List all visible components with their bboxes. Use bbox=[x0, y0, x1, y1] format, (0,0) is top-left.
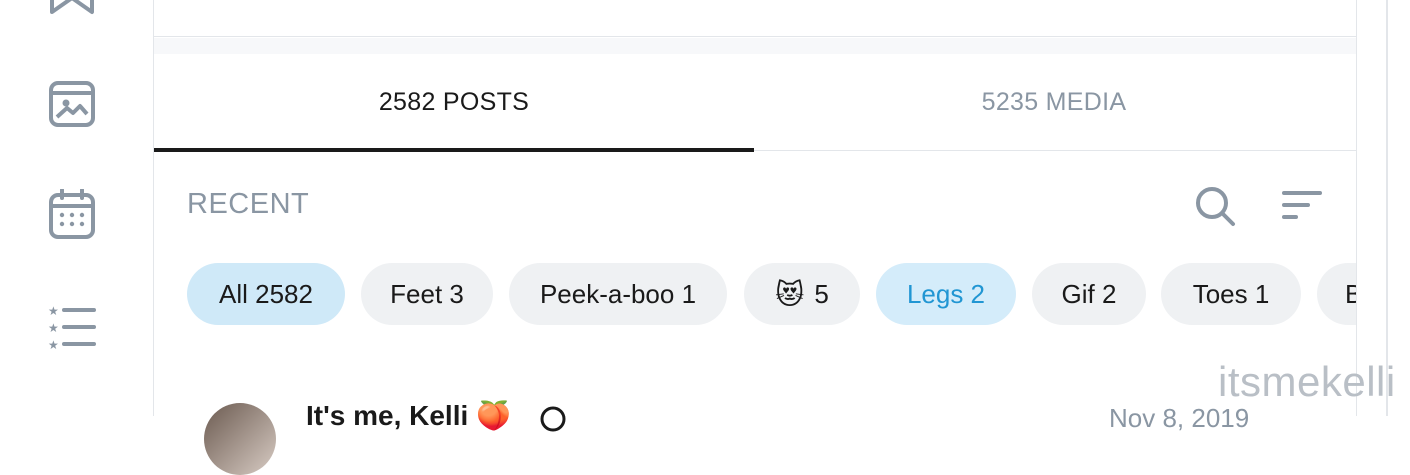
profile-main-column: 2582 POSTS 5235 MEDIA RECENT All 2582 Fe… bbox=[153, 0, 1357, 475]
post-date: Nov 8, 2019 bbox=[1109, 403, 1250, 433]
calendar-icon[interactable] bbox=[48, 189, 96, 239]
right-border bbox=[1386, 0, 1388, 416]
image-icon[interactable] bbox=[48, 80, 96, 128]
search-icon bbox=[1196, 187, 1235, 226]
chip-label: Gif 2 bbox=[1061, 278, 1117, 309]
chip-label: Toes 1 bbox=[1192, 278, 1270, 309]
verified-icon bbox=[539, 405, 567, 433]
avatar[interactable] bbox=[204, 403, 276, 475]
profile-tabs: 2582 POSTS 5235 MEDIA bbox=[154, 54, 1356, 152]
post-header: It's me, Kelli 🍑 Nov 8, 2019 bbox=[154, 395, 1356, 475]
chip-partial[interactable]: B bbox=[1317, 263, 1356, 325]
chip-label: Legs 2 bbox=[906, 278, 986, 309]
profile-header-bottom bbox=[154, 0, 1356, 37]
search-button[interactable] bbox=[1194, 185, 1236, 227]
starred-list-icon[interactable]: ★ ★ ★ bbox=[48, 304, 96, 352]
chip-toes[interactable]: Toes 1 bbox=[1161, 263, 1301, 325]
chip-peek-a-boo[interactable]: Peek-a-boo 1 bbox=[509, 263, 727, 325]
bookmark-icon[interactable] bbox=[48, 0, 96, 30]
sort-button[interactable] bbox=[1281, 188, 1323, 224]
active-tab-indicator bbox=[154, 148, 754, 152]
chip-label: Peek-a-boo 1 bbox=[539, 278, 697, 309]
watermark-text: itsmekelli bbox=[1218, 358, 1396, 405]
chip-legs[interactable]: Legs 2 bbox=[876, 263, 1016, 325]
tab-media-label: 5235 MEDIA bbox=[981, 87, 1127, 116]
svg-text:★: ★ bbox=[48, 304, 59, 318]
section-title: RECENT bbox=[187, 188, 310, 220]
chip-all[interactable]: All 2582 bbox=[187, 263, 345, 325]
left-sidebar: ★ ★ ★ bbox=[0, 0, 152, 416]
section-divider bbox=[154, 38, 1356, 54]
heart-eyes-cat-emoji-icon: 😻 bbox=[775, 278, 805, 310]
tab-posts-label: 2582 POSTS bbox=[378, 87, 530, 116]
chip-label: Feet 3 bbox=[390, 278, 464, 309]
chip-label: All 2582 bbox=[219, 278, 313, 309]
svg-text:★: ★ bbox=[48, 321, 59, 335]
tab-media[interactable]: 5235 MEDIA bbox=[754, 54, 1354, 150]
chip-label: B bbox=[1345, 278, 1356, 309]
tab-posts[interactable]: 2582 POSTS bbox=[154, 54, 754, 150]
category-chips: All 2582 Feet 3 Peek-a-boo 1 😻 5 Legs 2 … bbox=[187, 263, 1356, 325]
chip-heart-eyes-cat[interactable]: 😻 5 bbox=[744, 263, 860, 325]
chip-label: 5 bbox=[814, 278, 829, 309]
chip-feet[interactable]: Feet 3 bbox=[361, 263, 493, 325]
chip-gif[interactable]: Gif 2 bbox=[1032, 263, 1146, 325]
svg-text:★: ★ bbox=[48, 338, 59, 350]
sort-icon bbox=[1282, 191, 1322, 219]
